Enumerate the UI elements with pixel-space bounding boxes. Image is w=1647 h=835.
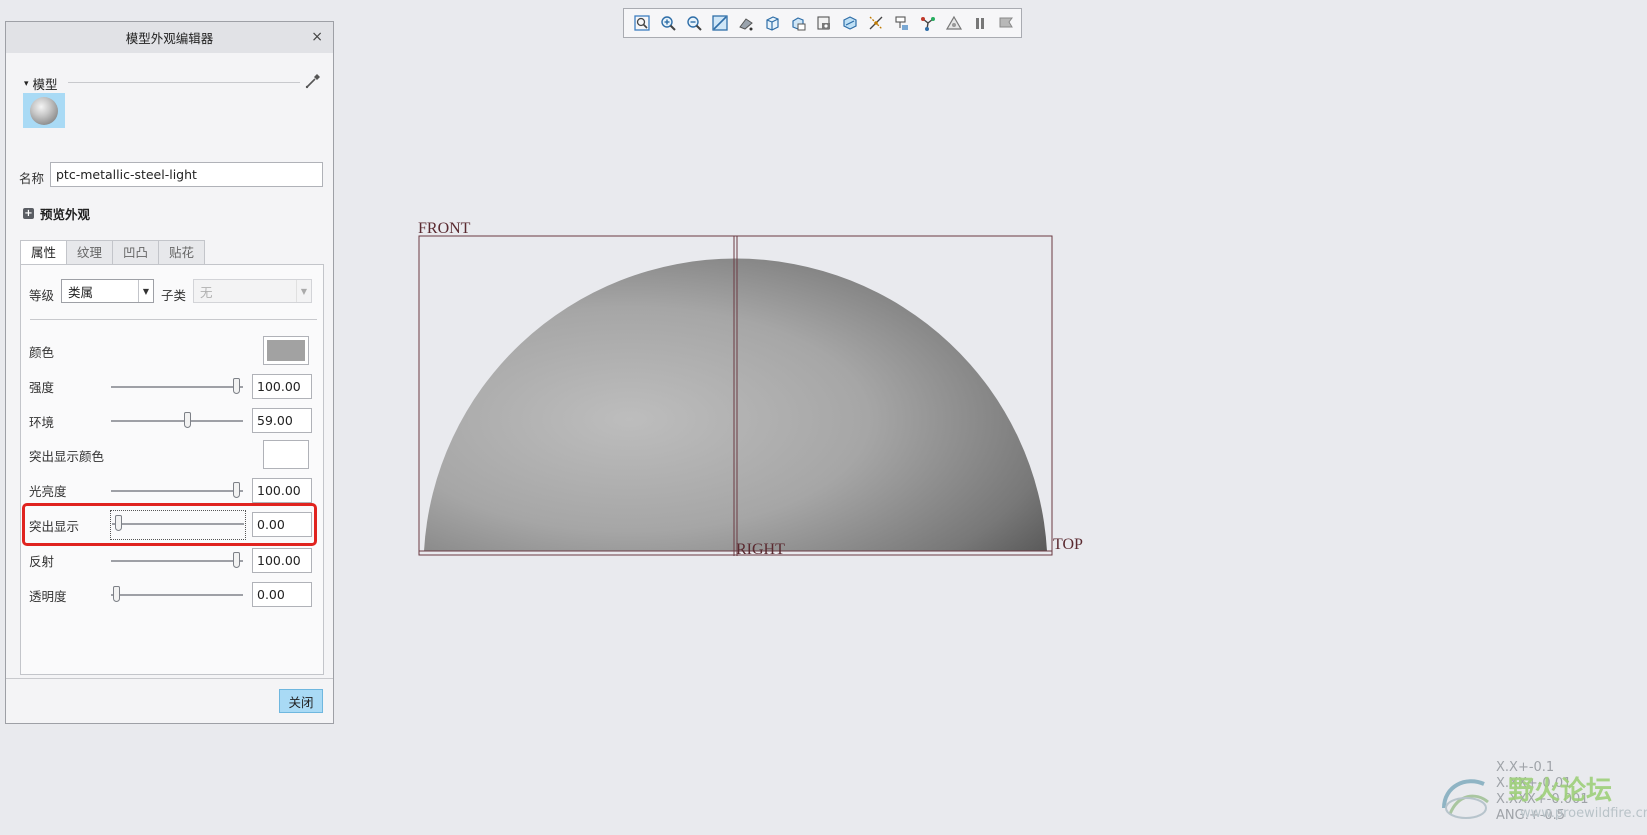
datum-front-label: FRONT xyxy=(418,220,471,237)
model-viewport[interactable] xyxy=(0,0,1647,835)
datum-top-label: TOP xyxy=(1053,536,1083,553)
watermark-title: 野火论坛 xyxy=(1508,776,1613,806)
datum-right-label: RIGHT xyxy=(736,541,785,558)
forum-logo-icon xyxy=(1442,779,1489,819)
hemisphere-model[interactable] xyxy=(424,258,1047,551)
watermark-url: www.proewildfire.cn xyxy=(1520,806,1647,821)
